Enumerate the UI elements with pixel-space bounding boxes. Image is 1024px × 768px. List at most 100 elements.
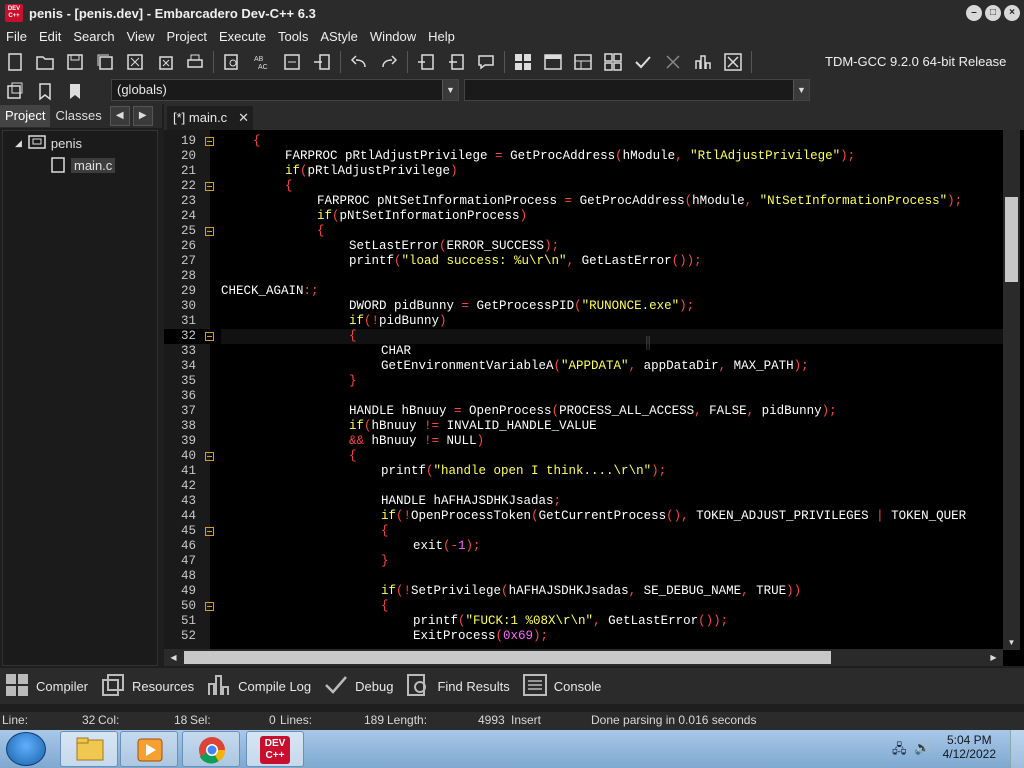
tree-item-project[interactable]: ◢ penis [15, 135, 82, 151]
code-line[interactable]: 28 [164, 269, 1004, 284]
bottom-tab-debug[interactable]: Debug [323, 672, 393, 701]
save-icon[interactable] [63, 51, 87, 73]
code-line[interactable]: 36 [164, 389, 1004, 404]
menu-search[interactable]: Search [67, 29, 120, 44]
code-line[interactable]: 21 if(pRtlAdjustPrivilege) [164, 164, 1004, 179]
code-line[interactable]: 31 if(!pidBunny) [164, 314, 1004, 329]
code-line[interactable]: 25 { [164, 224, 1004, 239]
code-line[interactable]: 24 if(pNtSetInformationProcess) [164, 209, 1004, 224]
code-line[interactable]: 42 [164, 479, 1004, 494]
code-line[interactable]: 29 CHECK_AGAIN:; [164, 284, 1004, 299]
menu-edit[interactable]: Edit [33, 29, 67, 44]
close-button[interactable]: × [1004, 5, 1020, 21]
fold-toggle-icon[interactable] [205, 452, 214, 461]
code-line[interactable]: 48 [164, 569, 1004, 584]
new-file-icon[interactable] [3, 51, 27, 73]
unindent-icon[interactable] [444, 51, 468, 73]
compile-grid-icon[interactable] [511, 51, 535, 73]
code-line[interactable]: 45 { [164, 524, 1004, 539]
scroll-down-arrow-icon[interactable]: ▼ [1005, 636, 1018, 649]
comment-icon[interactable] [474, 51, 498, 73]
scroll-left-arrow-icon[interactable]: ◀ [167, 651, 180, 664]
print-icon[interactable] [183, 51, 207, 73]
chevron-down-icon[interactable]: ▼ [793, 80, 809, 100]
rebuild-icon[interactable] [601, 51, 625, 73]
code-line[interactable]: 47} [164, 554, 1004, 569]
code-line[interactable]: 50 { [164, 599, 1004, 614]
bottom-tab-resources[interactable]: Resources [100, 672, 194, 701]
code-line[interactable]: 51 printf("FUCK:1 %08X\r\n", GetLastError… [164, 614, 1004, 629]
redo-icon[interactable] [377, 51, 401, 73]
code-line[interactable]: 44 if(!OpenProcessToken(GetCurrentProcess… [164, 509, 1004, 524]
code-line[interactable]: 43 HANDLE hAFHAJSDHKJsadas; [164, 494, 1004, 509]
chevron-down-icon[interactable]: ▼ [442, 80, 458, 100]
code-line[interactable]: 35} [164, 374, 1004, 389]
taskbar-clock[interactable]: 5:04 PM 4/12/2022 [943, 733, 996, 761]
network-icon[interactable]: 🖧 [892, 740, 907, 762]
menu-window[interactable]: Window [364, 29, 422, 44]
code-line[interactable]: 40 { [164, 449, 1004, 464]
menu-project[interactable]: Project [161, 29, 213, 44]
code-line[interactable]: 38 if(hBnuuy != INVALID_HANDLE_VALUE [164, 419, 1004, 434]
goto-line-icon[interactable] [280, 51, 304, 73]
code-editor[interactable]: 19 {20 FARPROC pRtlAdjustPrivilege = GetPr… [164, 130, 1024, 666]
vertical-scroll-thumb[interactable] [1005, 197, 1018, 282]
goto-function-icon[interactable] [310, 51, 334, 73]
fold-toggle-icon[interactable] [205, 137, 214, 146]
vertical-scrollbar[interactable]: ▼ [1003, 130, 1020, 650]
bottom-tab-find-results[interactable]: Find Results [405, 672, 510, 701]
code-line[interactable]: 27 printf("load success: %u\r\n", GetLast… [164, 254, 1004, 269]
bottom-tab-compile-log[interactable]: Compile Log [206, 672, 311, 701]
expand-arrow-icon[interactable]: ◢ [15, 138, 22, 149]
bottom-tab-compiler[interactable]: Compiler [4, 672, 88, 701]
close-file-icon[interactable] [123, 51, 147, 73]
indent-icon[interactable] [414, 51, 438, 73]
fold-toggle-icon[interactable] [205, 332, 214, 341]
toggle-bookmark-icon[interactable] [33, 80, 57, 102]
fold-toggle-icon[interactable] [205, 602, 214, 611]
explorer-task-button[interactable] [60, 731, 118, 767]
code-line[interactable]: 22 { [164, 179, 1004, 194]
code-line[interactable]: 34 GetEnvironmentVariableA("APPDATA", app… [164, 359, 1004, 374]
menu-execute[interactable]: Execute [213, 29, 272, 44]
menu-help[interactable]: Help [422, 29, 461, 44]
fold-toggle-icon[interactable] [205, 227, 214, 236]
open-folder-icon[interactable] [33, 51, 57, 73]
scroll-right-arrow-icon[interactable]: ▶ [987, 651, 1000, 664]
bottom-tab-console[interactable]: Console [522, 672, 601, 701]
globals-dropdown[interactable]: (globals) ▼ [111, 79, 459, 101]
code-line[interactable]: 33 CHAR [164, 344, 1004, 359]
code-line[interactable]: 26 SetLastError(ERROR_SUCCESS); [164, 239, 1004, 254]
find-icon[interactable] [220, 51, 244, 73]
tab-project[interactable]: Project [0, 105, 51, 127]
code-line[interactable]: 20 FARPROC pRtlAdjustPrivilege = GetProcA… [164, 149, 1004, 164]
show-desktop-button[interactable] [1010, 730, 1024, 768]
volume-icon[interactable]: 🔊 [914, 740, 930, 756]
code-line[interactable]: 39 && hBnuuy != NULL) [164, 434, 1004, 449]
minimize-button[interactable]: – [966, 5, 982, 21]
menu-astyle[interactable]: AStyle [314, 29, 364, 44]
horizontal-scroll-thumb[interactable] [184, 651, 831, 664]
menu-view[interactable]: View [121, 29, 161, 44]
code-line[interactable]: 52 ExitProcess(0x69); [164, 629, 1004, 644]
compile-run-icon[interactable] [571, 51, 595, 73]
function-dropdown[interactable]: ▼ [464, 79, 810, 101]
tab-main-c[interactable]: [*] main.c ✕ [167, 106, 253, 130]
code-line[interactable]: 30 DWORD pidBunny = GetProcessPID("RUNONC… [164, 299, 1004, 314]
code-line[interactable]: 37 HANDLE hBnuuy = OpenProcess(PROCESS_AL… [164, 404, 1004, 419]
chrome-task-button[interactable] [182, 731, 240, 767]
save-all-icon[interactable] [93, 51, 117, 73]
compiler-selector[interactable]: TDM-GCC 9.2.0 64-bit Release [818, 51, 1024, 73]
code-line[interactable]: 46 exit(-1); [164, 539, 1004, 554]
chevron-right-icon[interactable]: ▶ [132, 106, 153, 126]
menu-tools[interactable]: Tools [272, 29, 314, 44]
tree-item-main-c[interactable]: main.c [51, 157, 116, 173]
close-tab-icon[interactable]: ✕ [238, 106, 249, 130]
close-all-icon[interactable] [153, 51, 177, 73]
start-button[interactable] [6, 732, 46, 766]
delete-profile-icon[interactable] [721, 51, 745, 73]
check-syntax-icon[interactable] [631, 51, 655, 73]
code-line[interactable]: 41 printf("handle open I think....\r\n"); [164, 464, 1004, 479]
media-player-task-button[interactable] [120, 731, 178, 767]
code-line[interactable]: 32 { [164, 329, 1004, 344]
